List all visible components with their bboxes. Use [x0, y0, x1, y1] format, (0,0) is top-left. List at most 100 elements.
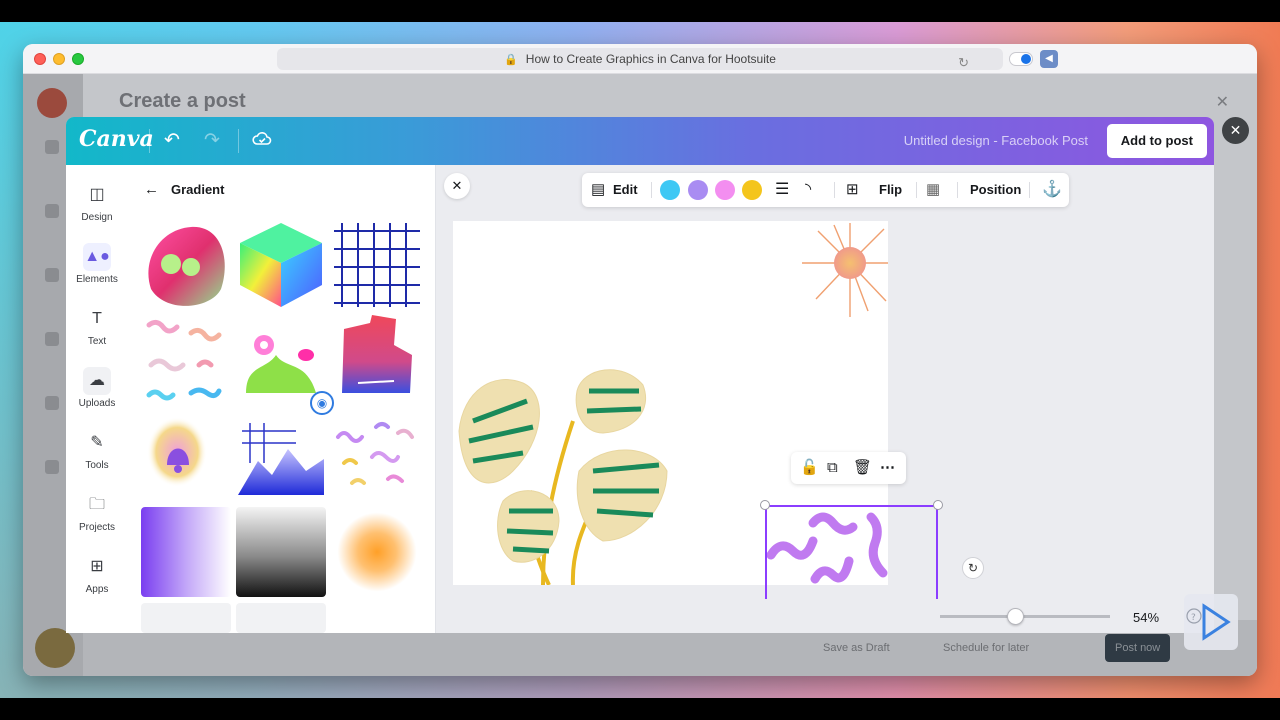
user-avatar [35, 628, 75, 668]
rail-label: Projects [78, 522, 116, 533]
close-canva-button[interactable]: ✕ [1222, 117, 1249, 144]
schedule-button: Schedule for later [943, 642, 1030, 654]
transparency-icon[interactable]: ▦ [926, 173, 940, 207]
plant-graphic[interactable] [453, 361, 673, 585]
toolbar-divider [834, 182, 835, 198]
rotate-handle-icon[interactable]: ↻ [962, 557, 984, 579]
composer-title: Create a post [119, 90, 246, 112]
panel-title: Gradient [171, 182, 225, 197]
zoom-level: 54% [1133, 610, 1160, 625]
crop-icon[interactable]: ⊞ [846, 173, 859, 207]
elements-icon: ▲● [83, 243, 111, 271]
resize-handle-top-left[interactable] [760, 500, 770, 510]
selection-frame [765, 505, 938, 599]
design-title: Untitled design - Facebook Post [903, 133, 1088, 148]
gradient-element-bell[interactable] [141, 413, 231, 503]
gradient-element-purple-fade[interactable] [141, 507, 231, 597]
gradient-element-cube[interactable] [236, 219, 326, 309]
trash-icon[interactable]: 🗑 [853, 452, 872, 484]
rail-item-apps[interactable]: ⊞ Apps [66, 553, 128, 595]
element-toolbar: ▤ Edit ☰ ◝ ⊞ Flip ▦ Position ⚓ [582, 173, 1069, 207]
rail-item-text[interactable]: T Text [66, 305, 128, 347]
rail-item-design[interactable]: ◫ Design [66, 181, 128, 223]
gradient-element-orange-glow[interactable] [332, 507, 422, 597]
address-text: How to Create Graphics in Canva for Hoot… [525, 52, 776, 66]
rail-item-tools[interactable]: ✎ Tools [66, 429, 128, 471]
cloud-saved-icon [252, 129, 272, 156]
rail-label: Text [87, 336, 107, 347]
tools-icon: ✎ [90, 434, 104, 451]
nav-icon [45, 204, 59, 218]
post-now-button: Post now [1105, 634, 1171, 662]
nav-icon [45, 332, 59, 346]
gradient-element-loading[interactable] [141, 603, 231, 633]
edit-button[interactable]: Edit [613, 173, 638, 207]
text-icon: T [92, 310, 102, 327]
corner-rounding-icon[interactable]: ◝ [805, 173, 811, 207]
reload-icon[interactable]: ↻ [958, 52, 969, 74]
loading-spinner-icon: ◉ [310, 391, 334, 415]
address-bar[interactable]: 🔒 How to Create Graphics in Canva for Hoo… [277, 48, 1003, 70]
extension-toggle[interactable] [1009, 52, 1033, 66]
canva-editor: Canva ↶ ↷ Untitled design - Facebook Pos… [66, 117, 1214, 633]
zoom-slider[interactable] [940, 608, 1110, 625]
rail-item-uploads[interactable]: ☁ Uploads [66, 367, 128, 409]
more-options-icon[interactable]: ⋯ [880, 452, 895, 484]
undo-icon[interactable]: ↶ [164, 129, 180, 153]
video-watermark: ? [1184, 594, 1238, 650]
flip-button[interactable]: Flip [879, 173, 902, 207]
nav-icon [45, 396, 59, 410]
toolbar-divider [1029, 182, 1030, 198]
rail-label: Uploads [78, 398, 116, 409]
resize-handle-top-right[interactable] [933, 500, 943, 510]
uploads-icon: ☁ [83, 367, 111, 395]
gradient-element-black-fade[interactable] [236, 507, 326, 597]
canva-header: Canva ↶ ↷ Untitled design - Facebook Pos… [66, 117, 1214, 165]
svg-text:?: ? [1191, 613, 1196, 623]
add-to-post-button[interactable]: Add to post [1106, 124, 1207, 158]
color-swatch-2[interactable] [688, 180, 708, 200]
save-draft-button: Save as Draft [823, 642, 890, 654]
gradient-element-grid[interactable] [332, 219, 422, 309]
element-context-bar: 🔓 ⧉ 🗑 ⋯ [791, 452, 906, 484]
apps-icon: ⊞ [90, 558, 104, 575]
projects-icon: 🗀 [88, 496, 105, 513]
gradient-element-blob[interactable] [141, 219, 231, 309]
gradient-element-shape[interactable] [332, 315, 422, 405]
composer-close-icon: ✕ [1215, 94, 1229, 111]
extension-icon[interactable]: ◀ [1040, 50, 1058, 68]
gradient-element-loading[interactable] [236, 603, 326, 633]
close-window-button[interactable] [34, 53, 46, 65]
lock-icon: 🔒 [504, 54, 518, 66]
redo-icon[interactable]: ↷ [204, 129, 220, 153]
color-swatch-4[interactable] [742, 180, 762, 200]
color-swatch-3[interactable] [715, 180, 735, 200]
gradient-element-mountains[interactable] [236, 413, 326, 503]
header-divider [149, 129, 150, 153]
gradient-element-confetti[interactable] [332, 413, 422, 503]
nav-icon [45, 268, 59, 282]
header-divider [238, 129, 239, 153]
toolbar-divider [916, 182, 917, 198]
zoom-slider-knob[interactable] [1006, 608, 1024, 625]
duplicate-icon[interactable]: ⧉ [827, 452, 838, 484]
close-panel-button[interactable]: ✕ [444, 173, 470, 199]
panel-header: ← Gradient [144, 181, 224, 198]
color-swatch-1[interactable] [660, 180, 680, 200]
canvas-workspace: ✕ ▤ Edit ☰ ◝ ⊞ Flip ▦ Position ⚓ 🔓 ⧉ 🗑 ⋯… [436, 165, 1214, 633]
canva-side-rail: ◫ Design ▲● Elements T Text ☁ Uploads ✎ … [66, 165, 128, 633]
position-button[interactable]: Position [970, 173, 1021, 207]
rail-item-projects[interactable]: 🗀 Projects [66, 491, 128, 533]
border-style-icon[interactable]: ☰ [775, 173, 789, 207]
copy-style-icon[interactable]: ⚓ [1042, 173, 1062, 207]
minimize-window-button[interactable] [53, 53, 65, 65]
sun-graphic[interactable] [798, 221, 888, 321]
lock-icon[interactable]: 🔓 [800, 452, 819, 484]
rail-label: Tools [85, 460, 109, 471]
back-arrow-icon[interactable]: ← [144, 181, 159, 198]
nav-icon [45, 460, 59, 474]
rail-item-elements[interactable]: ▲● Elements [66, 243, 128, 285]
zoom-window-button[interactable] [72, 53, 84, 65]
gradient-element-flowers[interactable]: ◉ [236, 315, 334, 415]
gradient-element-squiggles[interactable] [141, 315, 231, 405]
